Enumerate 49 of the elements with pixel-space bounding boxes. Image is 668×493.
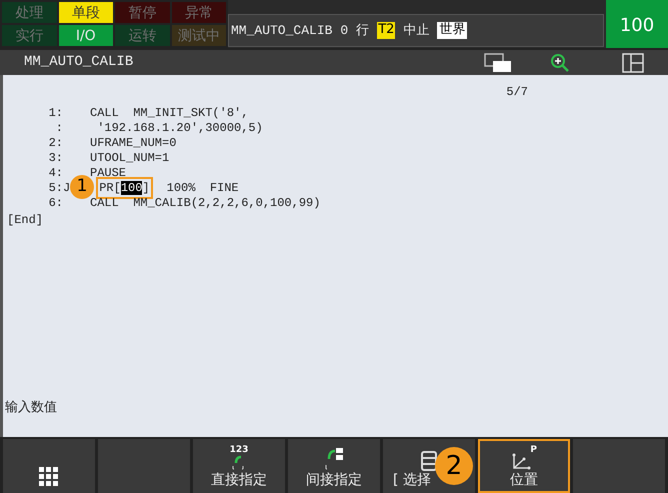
status-lamp: 实行 xyxy=(2,25,56,46)
window-title: MM_AUTO_CALIB xyxy=(24,53,134,72)
status-lamp: I/O xyxy=(58,25,113,46)
function-key[interactable]: 间接指定 xyxy=(288,439,380,493)
function-key[interactable]: [ 选择 2 xyxy=(383,439,475,493)
code-line: CALL MM_INIT_SKT('8', xyxy=(90,104,248,122)
run-state: 中止 xyxy=(403,22,430,40)
status-lamp: 暂停 xyxy=(115,2,170,23)
function-key[interactable]: 123 直接指定 xyxy=(193,439,285,493)
code-line: '192.168.1.20',30000,5) xyxy=(96,120,263,136)
callout-marker: 2 xyxy=(435,447,473,485)
code-line: UFRAME_NUM=0 xyxy=(90,134,176,152)
line-number: 1: xyxy=(48,104,63,122)
status-lamp: 运转 xyxy=(115,25,170,46)
window-switch-icon[interactable] xyxy=(484,52,512,72)
status-lamp: 异常 xyxy=(172,2,226,23)
line-number: 3: xyxy=(48,150,63,166)
bracket-arrow-icon xyxy=(323,447,345,471)
callout-marker: 1 xyxy=(70,175,94,199)
motion-type: J xyxy=(63,180,70,196)
program-name: MM_AUTO_CALIB xyxy=(231,22,332,40)
page-indicator: 5/7 xyxy=(506,84,528,101)
zoom-in-icon[interactable] xyxy=(550,52,570,72)
grid-icon xyxy=(39,467,59,487)
list-icon xyxy=(421,451,437,471)
split-view-icon[interactable] xyxy=(622,52,644,72)
status-lamp: 处理 xyxy=(2,2,56,23)
function-key[interactable] xyxy=(3,439,95,493)
line-number: 2: xyxy=(48,134,63,152)
code-line: UTOOL_NUM=1 xyxy=(90,150,170,166)
line-number: 5: xyxy=(48,180,63,196)
status-lamp: 测试中 xyxy=(172,25,226,46)
line-label: 行 xyxy=(356,22,370,40)
frame-badge: 世界 xyxy=(437,22,468,39)
motion-params: 100% FINE xyxy=(166,180,239,196)
mode-badge: T2 xyxy=(377,22,396,39)
line-number: : xyxy=(54,120,63,136)
line-number: 0 xyxy=(340,22,348,40)
icon-caption: P xyxy=(530,446,537,455)
input-prompt: 输入数值 xyxy=(5,398,58,416)
function-key[interactable]: P 位置 xyxy=(478,439,570,493)
status-lamp: 单段 xyxy=(58,2,113,23)
override-display: 100 xyxy=(606,0,668,48)
axes-icon xyxy=(511,453,531,471)
position-register: PR[100] xyxy=(96,176,153,198)
icon-caption: 123 xyxy=(230,446,248,455)
line-number: 4: xyxy=(48,164,63,182)
end-marker: [End] xyxy=(7,212,44,229)
line-number: 6: xyxy=(48,194,63,212)
